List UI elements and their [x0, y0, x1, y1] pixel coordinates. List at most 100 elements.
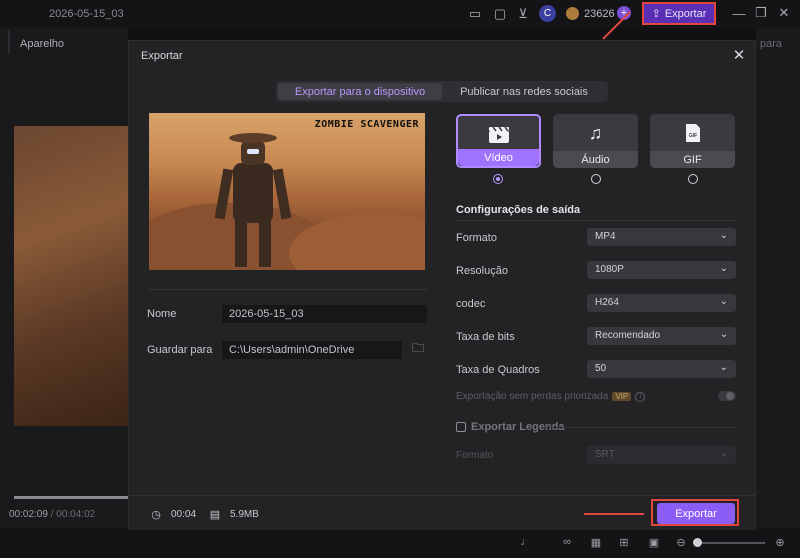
annotation-arrow [584, 513, 644, 515]
zoom-slider-knob[interactable] [693, 538, 702, 547]
codec-select-value: H264 [595, 297, 619, 308]
robot-leg [235, 221, 247, 267]
split-icon[interactable]: ⊞ [617, 535, 631, 549]
chevron-down-icon: ⌄ [719, 263, 728, 274]
zoom-slider-track[interactable] [693, 542, 765, 544]
total-time: 00:04:02 [56, 509, 96, 520]
dialog-title: Exportar [141, 50, 183, 62]
export-button[interactable]: Exportar [657, 503, 735, 524]
export-file-size: 5.9MB [230, 509, 259, 520]
player-progress[interactable] [14, 496, 128, 499]
coin-icon [566, 7, 579, 20]
name-label: Nome [147, 308, 177, 320]
chevron-down-icon: ⌄ [719, 329, 728, 340]
option-label-codec: codec [456, 298, 486, 310]
time-separator: / [50, 509, 54, 520]
section-divider [456, 220, 736, 221]
codec-select[interactable]: H264 ⌄ [587, 294, 736, 312]
export-duration: 00:04 [171, 509, 197, 520]
resolution-select-value: 1080P [595, 264, 624, 275]
zoom-out-icon[interactable]: ⊖ [674, 535, 688, 549]
section-divider [542, 427, 736, 428]
right-panel: para [756, 28, 800, 558]
close-window-icon[interactable]: ✕ [776, 5, 792, 21]
info-icon[interactable]: i [635, 391, 646, 402]
save-to-label: Guardar para [147, 344, 213, 356]
tab-device[interactable]: Aparelho [20, 38, 64, 50]
format-select[interactable]: MP4 ⌄ [587, 228, 736, 246]
svg-text:GIF: GIF [688, 133, 696, 139]
player-time: 00:02:09 / 00:04:02 [9, 509, 95, 520]
right-panel-label: para [760, 38, 783, 50]
save-path-input[interactable]: C:\Users\admin\OneDrive [222, 341, 402, 359]
format-select-value: MP4 [595, 231, 616, 242]
gif-file-icon: GIF [681, 122, 705, 144]
subtitle-format-value: SRT [595, 449, 615, 460]
format-label-video: Vídeo [458, 149, 539, 166]
format-label-gif: GIF [650, 151, 735, 168]
robot-body [233, 163, 273, 223]
avatar[interactable]: C [539, 5, 556, 22]
option-label-framerate: Taxa de Quadros [456, 364, 540, 376]
subtitle-format-label: Formato [456, 450, 494, 461]
timeline-toolbar: ♩ ∞ ▦ ⊞ ▣ ⊖ ⊕ [0, 528, 800, 558]
caption-icon[interactable]: ▣ [647, 535, 661, 549]
top-export-label: Exportar [664, 7, 707, 20]
name-input[interactable]: 2026-05-15_03 [222, 305, 427, 323]
option-label-resolution: Resolução [456, 265, 508, 277]
chevron-down-icon: ⌄ [719, 362, 728, 373]
framerate-select[interactable]: 50 ⌄ [587, 360, 736, 378]
feedback-icon[interactable]: ▢ [491, 5, 509, 23]
robot-eye [247, 149, 259, 154]
chevron-down-icon: ⌄ [719, 296, 728, 307]
close-icon[interactable]: ✕ [731, 47, 747, 64]
app-window: 2026-05-15_03 ▭ ▢ ⊻ C 23626 + ⇪ Exportar… [0, 0, 800, 558]
lossless-label: Exportação sem perdas priorizada [456, 391, 609, 402]
format-label-audio: Áudio [553, 151, 638, 168]
format-card-audio[interactable]: ♫ Áudio [553, 114, 638, 168]
download-icon[interactable]: ⊻ [514, 5, 532, 23]
format-radio-gif[interactable] [688, 174, 698, 184]
link-icon[interactable]: ∞ [560, 535, 574, 549]
subtitle-format-select[interactable]: SRT ⌄ [587, 446, 736, 464]
chevron-down-icon: ⌄ [719, 448, 728, 459]
option-label-bitrate: Taxa de bits [456, 331, 515, 343]
clapperboard-icon [487, 124, 511, 146]
music-note-icon: ♫ [588, 122, 603, 143]
lossless-export-row: Exportação sem perdas priorizada VIP i [456, 391, 646, 402]
section-divider [149, 289, 427, 290]
project-title: 2026-05-15_03 [49, 8, 124, 20]
minimize-icon[interactable]: — [731, 5, 747, 21]
export-dialog: Exportar ✕ Exportar para o dispositivo P… [128, 40, 756, 530]
credits-count: 23626 [584, 8, 615, 20]
current-time: 00:02:09 [9, 509, 48, 520]
title-bar: 2026-05-15_03 ▭ ▢ ⊻ C 23626 + ⇪ Exportar… [0, 0, 800, 28]
grid-icon[interactable]: ▦ [589, 535, 603, 549]
bitrate-select-value: Recomendado [595, 330, 661, 341]
export-subtitle-checkbox[interactable] [456, 422, 466, 432]
lossless-toggle[interactable] [718, 391, 736, 401]
output-settings-title: Configurações de saída [456, 204, 581, 216]
zoom-in-icon[interactable]: ⊕ [773, 535, 787, 549]
player-progress-fill [14, 496, 128, 499]
file-size-icon: ▤ [209, 508, 221, 521]
player-preview [14, 126, 128, 426]
layout-icon[interactable]: ▭ [466, 5, 484, 23]
chevron-down-icon: ⌄ [719, 230, 728, 241]
format-radio-video[interactable] [493, 174, 503, 184]
tab-export-device[interactable]: Exportar para o dispositivo [278, 83, 442, 100]
folder-icon[interactable]: 🗀 [411, 341, 425, 355]
export-target-tabs: Exportar para o dispositivo Publicar nas… [276, 81, 608, 102]
top-export-button[interactable]: ⇪ Exportar [642, 2, 716, 25]
resolution-select[interactable]: 1080P ⌄ [587, 261, 736, 279]
restore-icon[interactable]: ❐ [753, 5, 769, 21]
format-card-video[interactable]: Vídeo [456, 114, 541, 168]
microphone-icon[interactable]: ♩ [519, 535, 533, 549]
bitrate-select[interactable]: Recomendado ⌄ [587, 327, 736, 345]
framerate-select-value: 50 [595, 363, 607, 374]
tab-publish-social[interactable]: Publicar nas redes sociais [442, 83, 606, 100]
format-card-gif[interactable]: GIF GIF [650, 114, 735, 168]
panel-divider [8, 30, 10, 54]
option-label-format: Formato [456, 232, 497, 244]
format-radio-audio[interactable] [591, 174, 601, 184]
